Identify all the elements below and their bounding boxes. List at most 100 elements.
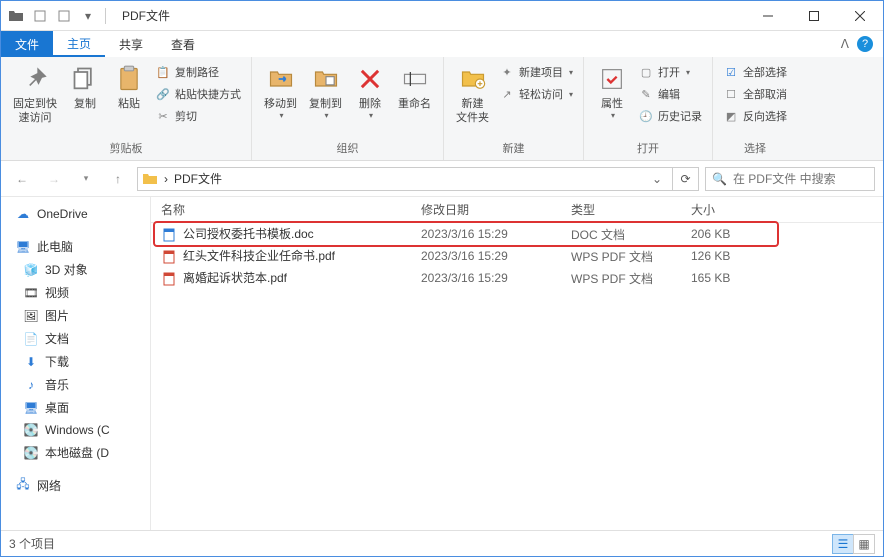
copy-to-button[interactable]: 复制到▾	[303, 59, 348, 120]
copy-path-button[interactable]: 📋复制路径	[151, 61, 245, 83]
cut-button[interactable]: ✂剪切	[151, 105, 245, 127]
paste-button[interactable]: 粘贴	[107, 59, 151, 111]
open-button[interactable]: ▢打开▾	[634, 61, 706, 83]
move-to-icon	[265, 63, 297, 95]
search-input[interactable]	[733, 172, 884, 186]
invert-selection-icon: ◩	[723, 108, 739, 124]
rename-button[interactable]: 重命名	[392, 59, 437, 111]
back-button[interactable]: ←	[9, 166, 35, 192]
column-type[interactable]: 类型	[561, 201, 681, 218]
nav-label: 图片	[45, 307, 69, 324]
nav-label: 音乐	[45, 376, 69, 393]
column-name[interactable]: 名称	[151, 201, 411, 218]
file-name: 公司授权委托书模板.doc	[183, 227, 314, 241]
cut-label: 剪切	[175, 108, 197, 124]
copy-to-label: 复制到	[309, 97, 342, 111]
nav-windows-c[interactable]: 💽Windows (C	[1, 419, 150, 441]
nav-3d-objects[interactable]: 🧊3D 对象	[1, 258, 150, 281]
up-button[interactable]: ↑	[105, 166, 131, 192]
maximize-button[interactable]	[791, 1, 837, 31]
new-item-button[interactable]: ✦新建项目▾	[495, 61, 577, 83]
nav-label: 3D 对象	[45, 261, 88, 278]
tab-home[interactable]: 主页	[53, 31, 105, 57]
view-large-icons-button[interactable]: ▦	[853, 534, 875, 554]
copy-button[interactable]: 复制	[63, 59, 107, 111]
qat-dropdown[interactable]: ▾	[77, 5, 99, 27]
file-type: WPS PDF 文档	[561, 248, 681, 265]
address-dropdown[interactable]: ⌄	[646, 172, 668, 186]
column-date[interactable]: 修改日期	[411, 201, 561, 218]
help-button[interactable]: ?	[857, 36, 873, 52]
picture-icon: 🖼	[23, 308, 39, 324]
table-row[interactable]: 红头文件科技企业任命书.pdf2023/3/16 15:29WPS PDF 文档…	[151, 245, 883, 267]
download-icon: ⬇	[23, 354, 39, 370]
delete-label: 删除	[359, 97, 381, 111]
pin-button[interactable]: 固定到快 速访问	[7, 59, 63, 125]
nav-local-d[interactable]: 💽本地磁盘 (D	[1, 441, 150, 464]
quick-access-toolbar: ▾	[1, 5, 114, 27]
breadcrumb-current[interactable]: PDF文件	[174, 170, 222, 187]
history-button[interactable]: 🕘历史记录	[634, 105, 706, 127]
nav-this-pc[interactable]: 🖥此电脑	[1, 235, 150, 258]
breadcrumb-chevron[interactable]: ›	[164, 172, 168, 186]
invert-selection-button[interactable]: ◩反向选择	[719, 105, 791, 127]
nav-network[interactable]: 🖧网络	[1, 474, 150, 497]
recent-locations-button[interactable]: ▾	[73, 166, 99, 192]
forward-button[interactable]: →	[41, 166, 67, 192]
select-none-button[interactable]: ☐全部取消	[719, 83, 791, 105]
paste-shortcut-button[interactable]: 🔗粘贴快捷方式	[151, 83, 245, 105]
ribbon: 固定到快 速访问 复制 粘贴 📋复制路径 🔗粘贴快捷方式 ✂剪切 剪贴板 移动到…	[1, 57, 883, 161]
nav-label: 文档	[45, 330, 69, 347]
easy-access-button[interactable]: ↗轻松访问▾	[495, 83, 577, 105]
move-to-label: 移动到	[264, 97, 297, 111]
cut-icon: ✂	[155, 108, 171, 124]
close-button[interactable]	[837, 1, 883, 31]
group-label-clipboard: 剪贴板	[7, 138, 245, 160]
cloud-icon: ☁	[15, 206, 31, 222]
move-to-button[interactable]: 移动到▾	[258, 59, 303, 120]
nav-videos[interactable]: 🎞视频	[1, 281, 150, 304]
tab-view[interactable]: 查看	[157, 31, 209, 57]
invert-selection-label: 反向选择	[743, 108, 787, 124]
nav-documents[interactable]: 📄文档	[1, 327, 150, 350]
nav-music[interactable]: ♪音乐	[1, 373, 150, 396]
qat-item-1[interactable]	[29, 5, 51, 27]
status-bar: 3 个项目 ☰ ▦	[1, 530, 883, 556]
breadcrumb[interactable]: › PDF文件 ⌄	[137, 167, 673, 191]
delete-button[interactable]: 删除▾	[348, 59, 392, 120]
file-icon	[161, 271, 177, 287]
properties-icon	[596, 63, 628, 95]
separator	[105, 8, 106, 24]
paste-shortcut-label: 粘贴快捷方式	[175, 86, 241, 102]
select-none-icon: ☐	[723, 86, 739, 102]
nav-desktop[interactable]: 🖥桌面	[1, 396, 150, 419]
nav-pictures[interactable]: 🖼 图片	[1, 304, 150, 327]
nav-label: 此电脑	[37, 238, 73, 255]
history-label: 历史记录	[658, 108, 702, 124]
view-details-button[interactable]: ☰	[832, 534, 854, 554]
file-date: 2023/3/16 15:29	[411, 271, 561, 285]
address-bar: ← → ▾ ↑ › PDF文件 ⌄ ⟳ 🔍	[1, 161, 883, 197]
rename-icon	[399, 63, 431, 95]
table-row[interactable]: 离婚起诉状范本.pdf2023/3/16 15:29WPS PDF 文档165 …	[151, 267, 883, 289]
properties-button[interactable]: 属性▾	[590, 59, 634, 120]
column-size[interactable]: 大小	[681, 201, 781, 218]
ribbon-right: ᐱ ?	[841, 31, 883, 57]
tab-share[interactable]: 共享	[105, 31, 157, 57]
qat-item-2[interactable]	[53, 5, 75, 27]
navigation-pane: ☁OneDrive 🖥此电脑 🧊3D 对象 🎞视频 🖼 图片 📄文档 ⬇下载 ♪音…	[1, 197, 151, 530]
select-all-button[interactable]: ☑全部选择	[719, 61, 791, 83]
ribbon-collapse-button[interactable]: ᐱ	[841, 37, 849, 51]
copy-to-icon	[310, 63, 342, 95]
minimize-button[interactable]	[745, 1, 791, 31]
refresh-button[interactable]: ⟳	[673, 167, 699, 191]
new-folder-button[interactable]: 新建 文件夹	[450, 59, 495, 125]
nav-onedrive[interactable]: ☁OneDrive	[1, 203, 150, 225]
video-icon: 🎞	[23, 285, 39, 301]
tab-file[interactable]: 文件	[1, 31, 53, 57]
table-row[interactable]: 公司授权委托书模板.doc2023/3/16 15:29DOC 文档206 KB	[151, 223, 883, 245]
nav-downloads[interactable]: ⬇下载	[1, 350, 150, 373]
edit-button[interactable]: ✎编辑	[634, 83, 706, 105]
search-box[interactable]: 🔍	[705, 167, 875, 191]
status-count: 3 个项目	[9, 535, 55, 552]
